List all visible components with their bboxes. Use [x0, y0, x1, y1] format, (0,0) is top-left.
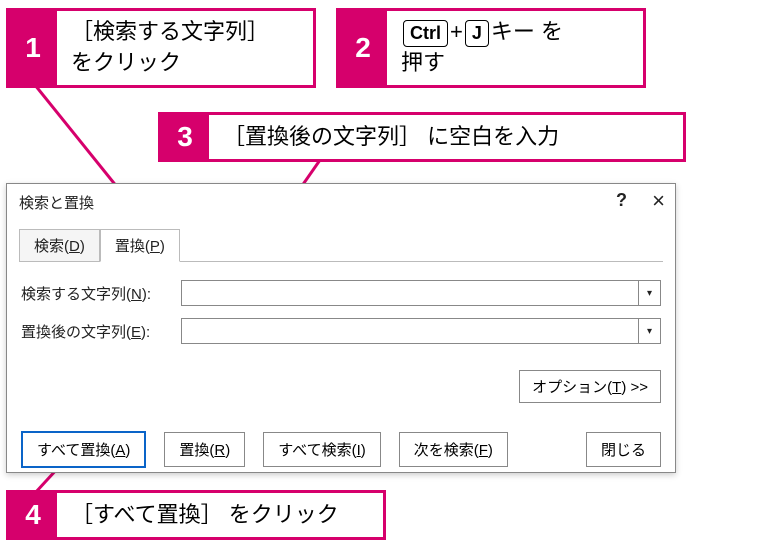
callout-1-number: 1: [9, 11, 57, 85]
tabs: 検索(D) 置換(P): [7, 220, 675, 261]
callout-3-number: 3: [161, 115, 209, 159]
tab-find[interactable]: 検索(D): [19, 229, 100, 262]
replace-dropdown[interactable]: ▾: [639, 318, 661, 344]
callout-1: 1 ［検索する文字列］ をクリック: [6, 8, 316, 88]
callout-2-number: 2: [339, 11, 387, 85]
callout-1-text: ［検索する文字列］ をクリック: [57, 11, 283, 85]
find-replace-dialog: 検索と置換 ? × 検索(D) 置換(P) 検索する文字列(N): ▾ 置換後の…: [6, 183, 676, 473]
callout-3: 3 ［置換後の文字列］ に空白を入力: [158, 112, 686, 162]
close-dialog-button[interactable]: 閉じる: [586, 432, 661, 467]
callout-4: 4 ［すべて置換］ をクリック: [6, 490, 386, 540]
find-all-button[interactable]: すべて検索(I): [263, 432, 381, 467]
find-next-button[interactable]: 次を検索(F): [399, 432, 508, 467]
find-label: 検索する文字列(N):: [21, 283, 181, 304]
callout-3-text: ［置換後の文字列］ に空白を入力: [209, 115, 573, 159]
find-dropdown[interactable]: ▾: [639, 280, 661, 306]
options-button[interactable]: オプション(T) >>: [519, 370, 661, 403]
replace-input[interactable]: [181, 318, 639, 344]
tab-replace[interactable]: 置換(P): [100, 229, 180, 262]
key-ctrl: Ctrl: [403, 20, 448, 47]
chevron-down-icon: ▾: [647, 288, 652, 299]
replace-label: 置換後の文字列(E):: [21, 321, 181, 342]
help-button[interactable]: ?: [616, 190, 627, 211]
key-j: J: [465, 20, 489, 47]
find-input[interactable]: [181, 280, 639, 306]
dialog-title: 検索と置換: [19, 195, 94, 212]
close-button[interactable]: ×: [652, 188, 665, 214]
replace-all-button[interactable]: すべて置換(A): [21, 431, 146, 468]
callout-2: 2 Ctrl+Jキー を 押す: [336, 8, 646, 88]
callout-4-text: ［すべて置換］ をクリック: [57, 493, 353, 537]
chevron-down-icon: ▾: [647, 326, 652, 337]
dialog-titlebar: 検索と置換 ? ×: [7, 184, 675, 220]
callout-4-number: 4: [9, 493, 57, 537]
callout-2-text: Ctrl+Jキー を 押す: [387, 11, 577, 85]
replace-button[interactable]: 置換(R): [164, 432, 245, 467]
